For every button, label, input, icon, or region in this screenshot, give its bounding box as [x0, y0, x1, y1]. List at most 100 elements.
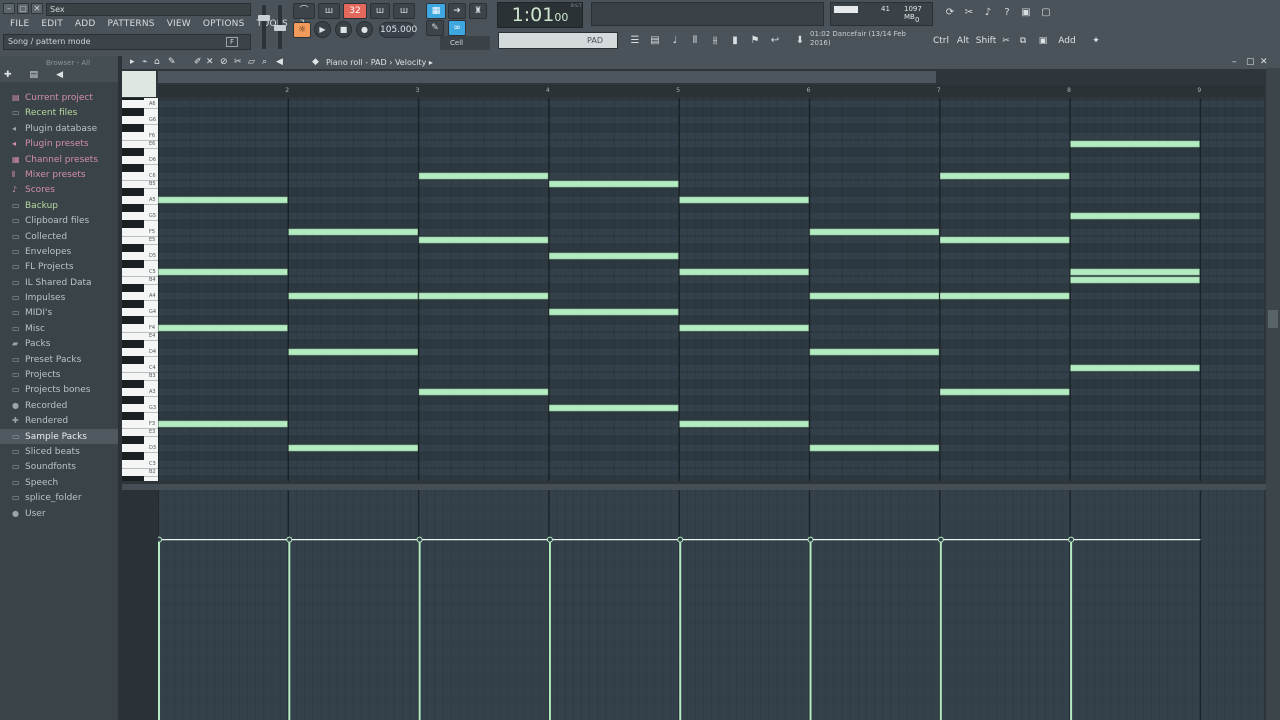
note-B4[interactable]: [1070, 276, 1200, 284]
browser-icon[interactable]: ▮: [726, 32, 744, 50]
snap-magnet-icon[interactable]: ✦: [1088, 32, 1104, 50]
note-D4[interactable]: [288, 348, 418, 356]
mic-icon[interactable]: ♪: [979, 4, 997, 22]
menu-add[interactable]: ADD: [69, 17, 102, 31]
pattern-mode-icon[interactable]: ☼: [293, 22, 311, 38]
note-A3[interactable]: [939, 388, 1070, 396]
event-target-label[interactable]: Velocity: [395, 58, 426, 67]
browser-item-sliced-beats[interactable]: ▭ Sliced beats: [0, 444, 118, 459]
stamp-icon[interactable]: ⌂: [154, 56, 160, 69]
menu-view[interactable]: VIEW: [161, 17, 197, 31]
pat-song-icon[interactable]: ⌒: [293, 3, 315, 19]
browser-item-projects[interactable]: ▭ Projects: [0, 367, 118, 382]
browser-item-clipboard-files[interactable]: ▭ Clipboard files: [0, 213, 118, 228]
browser-item-il-shared-data[interactable]: ▭ IL Shared Data: [0, 275, 118, 290]
minimize-icon[interactable]: –: [3, 3, 15, 14]
black-key[interactable]: [122, 204, 144, 212]
piano-roll-menu-icon[interactable]: ▸: [130, 56, 135, 69]
restore-icon[interactable]: ▢: [17, 3, 29, 14]
magnet-icon[interactable]: ⌁: [142, 56, 147, 69]
note-G4[interactable]: [549, 308, 679, 316]
pr-minimize-icon[interactable]: –: [1232, 56, 1237, 69]
mute-icon[interactable]: ⊘: [220, 56, 228, 69]
pattern-number[interactable]: 32: [343, 3, 367, 19]
note-B5[interactable]: [549, 180, 679, 188]
close-icon[interactable]: ✕: [31, 3, 43, 14]
velocity-handle[interactable]: [937, 536, 944, 543]
note-F3[interactable]: [158, 420, 288, 428]
paste-icon[interactable]: ▣: [1034, 32, 1052, 50]
black-key[interactable]: [122, 356, 144, 364]
hint-icon[interactable]: F: [226, 37, 238, 47]
browser-item-user[interactable]: ● User: [0, 506, 118, 521]
playback-icon[interactable]: ◀: [276, 56, 283, 69]
menu-options[interactable]: OPTIONS: [197, 17, 251, 31]
note-A5[interactable]: [679, 196, 809, 204]
channel-rack-icon[interactable]: ♩: [666, 32, 684, 50]
browser-item-packs[interactable]: ▰ Packs: [0, 336, 118, 351]
black-key[interactable]: [122, 124, 144, 132]
vertical-scrollbar[interactable]: [1266, 68, 1280, 720]
refresh-icon[interactable]: ⟳: [941, 4, 959, 22]
playlist-icon[interactable]: ☰: [626, 32, 644, 50]
note-A4[interactable]: [939, 292, 1070, 300]
menu-patterns[interactable]: PATTERNS: [102, 17, 161, 31]
black-key[interactable]: [122, 164, 144, 172]
black-key[interactable]: [122, 148, 144, 156]
slice-icon[interactable]: ✂: [234, 56, 242, 69]
note-A3[interactable]: [418, 388, 549, 396]
save-icon[interactable]: ▣: [1017, 4, 1035, 22]
black-key[interactable]: [122, 108, 144, 116]
velocity-handle[interactable]: [546, 536, 553, 543]
note-D5[interactable]: [549, 252, 679, 260]
note-C5[interactable]: [1070, 268, 1200, 276]
draw-pencil-icon[interactable]: ✎: [168, 56, 176, 69]
velocity-handle[interactable]: [158, 536, 162, 543]
speaker-icon[interactable]: ◆: [312, 56, 319, 69]
browser-item-sample-packs[interactable]: ▭ Sample Packs: [0, 428, 118, 444]
note-E5[interactable]: [939, 236, 1070, 244]
note-C5[interactable]: [679, 268, 809, 276]
note-grid[interactable]: [158, 98, 1264, 481]
loop-icon[interactable]: ш: [318, 3, 340, 19]
scroll-thumb[interactable]: [1268, 310, 1278, 328]
browser-file-icon[interactable]: ▤: [30, 70, 39, 80]
play-icon[interactable]: ▶: [314, 21, 331, 38]
black-key[interactable]: [122, 260, 144, 268]
note-G3[interactable]: [549, 404, 679, 412]
browser-item-current-project[interactable]: ▤ Current project: [0, 90, 118, 105]
note-C5[interactable]: [158, 268, 288, 276]
browser-item-plugin-database[interactable]: ◂ Plugin database: [0, 121, 118, 136]
black-key[interactable]: [122, 380, 144, 388]
browser-item-channel-presets[interactable]: ▦ Channel presets: [0, 152, 118, 167]
piano-roll-icon[interactable]: ▤: [646, 32, 664, 50]
metronome-icon[interactable]: ♜: [469, 3, 487, 19]
browser-item-scores[interactable]: ♪ Scores: [0, 182, 118, 197]
note-C6[interactable]: [939, 172, 1070, 180]
copy-icon[interactable]: ⧉: [1015, 32, 1031, 50]
shift-key[interactable]: Shift: [974, 32, 998, 50]
browser-tree-icon[interactable]: ✚: [4, 70, 12, 80]
browser-item-plugin-presets[interactable]: ◂ Plugin presets: [0, 136, 118, 151]
browser-item-fl-projects[interactable]: ▭ FL Projects: [0, 259, 118, 274]
note-D4[interactable]: [809, 348, 940, 356]
bar-timeline[interactable]: 2 3 4 5 6 7 8 9: [158, 85, 1264, 97]
pr-maximize-icon[interactable]: ▢: [1246, 56, 1255, 69]
black-key[interactable]: [122, 340, 144, 348]
help-icon[interactable]: ?: [998, 4, 1016, 22]
note-G5[interactable]: [1070, 212, 1200, 220]
note-C4[interactable]: [1070, 364, 1200, 372]
browser-item-mixer-presets[interactable]: ⫴ Mixer presets: [0, 167, 118, 182]
browser-item-preset-packs[interactable]: ▭ Preset Packs: [0, 352, 118, 367]
blend-icon[interactable]: ш: [393, 3, 415, 19]
note-F4[interactable]: [158, 324, 288, 332]
piano-roll-corner[interactable]: [122, 71, 156, 97]
wrench-icon[interactable]: ✂: [960, 4, 978, 22]
plugin-picker-icon[interactable]: ⚑: [746, 32, 764, 50]
delete-icon[interactable]: ✕: [206, 56, 214, 69]
velocity-handle[interactable]: [416, 536, 423, 543]
black-key[interactable]: [122, 284, 144, 292]
velocity-editor[interactable]: [158, 490, 1264, 720]
browser-item-collected[interactable]: ▭ Collected: [0, 229, 118, 244]
note-F4[interactable]: [679, 324, 809, 332]
